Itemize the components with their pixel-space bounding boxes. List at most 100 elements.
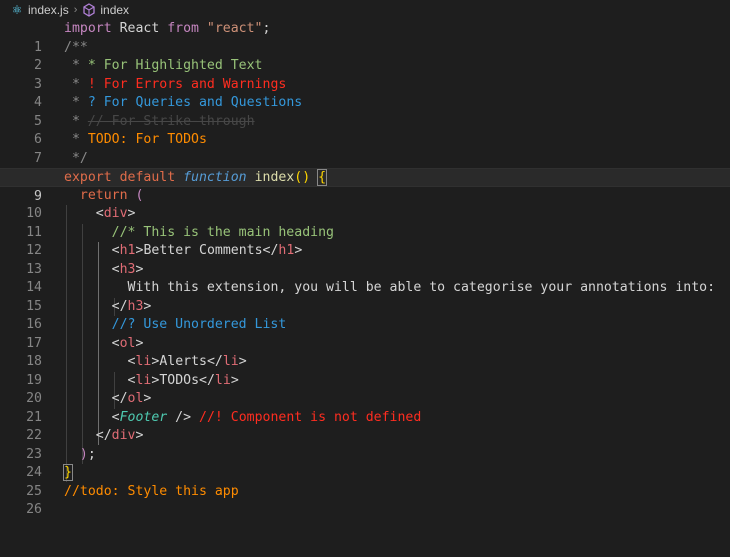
- comment: */: [64, 150, 88, 166]
- line-number: 26: [26, 502, 42, 517]
- code-line: 13 <h1>Better Comments</h1>: [0, 242, 730, 277]
- highlight-comment: * For Highlighted Text: [87, 58, 263, 73]
- todo-comment: TODO: For TODOs: [87, 132, 207, 147]
- comment-prefix: *: [64, 58, 88, 73]
- keyword: export default: [64, 170, 176, 185]
- code-line: 6 * // For Strike-through: [0, 113, 730, 148]
- code-line: 18 <ol>: [0, 335, 730, 370]
- code-line: 8 */: [0, 150, 730, 185]
- alert-comment: ! For Errors and Warnings: [87, 76, 287, 92]
- code-line: 25 }: [0, 464, 730, 499]
- code-line-current: 9 export default function index() {: [0, 168, 730, 204]
- jsx-tag: li: [214, 372, 231, 388]
- breadcrumb-file[interactable]: index.js: [28, 3, 69, 17]
- strikethrough-comment: // For Strike-through: [87, 113, 255, 129]
- jsx-tag: li: [222, 354, 239, 369]
- string-literal: "react": [198, 21, 263, 36]
- code-line: 21 </ol>: [0, 390, 730, 425]
- jsx-tag: li: [135, 354, 152, 369]
- query-comment: //? Use Unordered List: [111, 317, 287, 332]
- code-line: 4 * ! For Errors and Warnings: [0, 76, 730, 111]
- tag-bracket: >: [127, 206, 136, 221]
- identifier: React: [111, 21, 168, 36]
- parenthesis: (: [135, 187, 144, 203]
- function-name: index: [254, 170, 295, 185]
- tag-bracket: >: [230, 372, 239, 388]
- highlight-comment: //* This is the main heading: [111, 224, 334, 240]
- jsx-text: Alerts: [159, 354, 207, 369]
- chevron-right-icon: ›: [73, 4, 78, 16]
- jsx-tag: div: [103, 206, 128, 221]
- punctuation: ;: [262, 21, 271, 36]
- keyword: from: [167, 21, 199, 36]
- function-symbol-icon: [83, 3, 96, 17]
- code-line: 3 * * For Highlighted Text: [0, 57, 730, 92]
- code-line: 20 <li>TODOs</li>: [0, 372, 730, 407]
- tag-bracket: >: [294, 243, 303, 258]
- jsx-tag: h3: [119, 261, 136, 277]
- jsx-tag: ol: [119, 335, 136, 351]
- code-line: 7 * TODO: For TODOs: [0, 131, 730, 166]
- jsx-tag: li: [135, 372, 152, 388]
- breadcrumb-symbol[interactable]: index: [100, 3, 129, 17]
- jsx-tag: h3: [127, 298, 144, 314]
- code-line: 1 import React from "react";: [0, 20, 730, 55]
- comment-prefix: *: [64, 132, 88, 147]
- comment: /**: [64, 39, 88, 55]
- comment-prefix: *: [64, 113, 88, 129]
- react-file-icon: ⚛: [11, 3, 23, 17]
- jsx-component: Footer: [119, 409, 168, 425]
- tag-bracket: </: [111, 391, 128, 406]
- comment-prefix: *: [64, 76, 88, 92]
- parentheses: (): [294, 170, 311, 185]
- tag-bracket: />: [167, 409, 192, 425]
- code-line: 17 //? Use Unordered List: [0, 316, 730, 351]
- breadcrumb: ⚛ index.js › index: [0, 0, 730, 20]
- comment-prefix: *: [64, 95, 88, 110]
- jsx-tag: ol: [127, 391, 144, 406]
- code-line: 11 <div>: [0, 205, 730, 240]
- code-line: 2 /**: [0, 39, 730, 74]
- tag-bracket: >: [135, 335, 144, 351]
- code-line: 15 With this extension, you will be able…: [0, 279, 730, 314]
- punctuation: ;: [87, 446, 96, 462]
- matched-brace: {: [317, 169, 328, 186]
- tag-bracket: >: [143, 298, 152, 314]
- code-line: 23 </div>: [0, 427, 730, 462]
- tag-bracket: <: [111, 243, 120, 258]
- tag-bracket: </: [206, 354, 223, 369]
- tag-bracket: </: [111, 298, 128, 314]
- tag-bracket: <: [111, 261, 120, 277]
- tag-bracket: </: [262, 243, 279, 258]
- code-line: 10 return (: [0, 187, 730, 222]
- code-line: 26 //todo: Style this app: [0, 483, 730, 518]
- code-line: 16 </h3>: [0, 298, 730, 333]
- tag-bracket: >: [135, 428, 144, 443]
- keyword: function: [183, 170, 247, 185]
- code-line: 22 <Footer /> //! Component is not defin…: [0, 409, 730, 444]
- code-line: 14 <h3>: [0, 261, 730, 296]
- jsx-text: With this extension, you will be able to…: [127, 280, 716, 295]
- tag-bracket: <: [111, 335, 120, 351]
- query-comment: ? For Queries and Questions: [87, 95, 303, 110]
- todo-comment: //todo: Style this app: [64, 483, 239, 499]
- tag-bracket: <: [111, 409, 120, 425]
- tag-bracket: </: [95, 428, 112, 443]
- jsx-text: TODOs: [159, 372, 200, 388]
- keyword: return: [79, 187, 128, 203]
- alert-comment: //! Component is not defined: [191, 409, 422, 425]
- code-line: 19 <li>Alerts</li>: [0, 353, 730, 388]
- tag-bracket: >: [238, 354, 247, 369]
- jsx-tag: h1: [119, 243, 136, 258]
- jsx-tag: h1: [278, 243, 295, 258]
- matched-brace: }: [63, 464, 73, 481]
- code-editor[interactable]: 1 import React from "react"; 2 /** 3 * *…: [0, 20, 730, 518]
- tag-bracket: >: [143, 391, 152, 406]
- tag-bracket: <: [95, 206, 104, 221]
- jsx-tag: div: [111, 428, 136, 443]
- code-line: 5 * ? For Queries and Questions: [0, 94, 730, 129]
- jsx-text: Better Comments: [143, 243, 263, 258]
- code-line: 12 //* This is the main heading: [0, 224, 730, 259]
- parenthesis: ): [79, 446, 88, 462]
- tag-bracket: >: [135, 261, 144, 277]
